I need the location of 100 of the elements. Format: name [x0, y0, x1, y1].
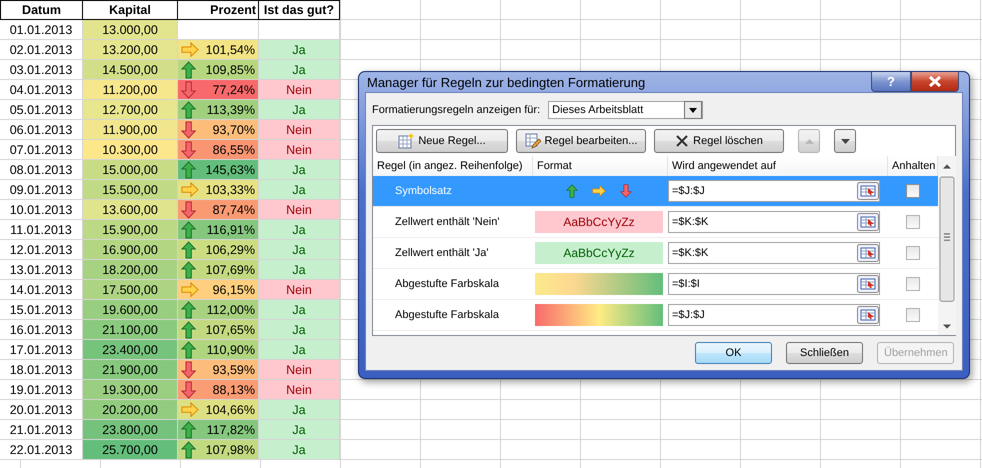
- table-cell: 12.700,00: [83, 100, 178, 120]
- range-field[interactable]: =$K:$K: [668, 242, 880, 264]
- table-cell: 20.01.2013: [0, 400, 83, 420]
- column-header: Datum: [0, 0, 83, 20]
- format-preview: AaBbCcYyZz: [535, 211, 663, 233]
- table-cell: 08.01.2013: [0, 160, 83, 180]
- table-cell: Nein: [259, 80, 340, 100]
- table-cell: Nein: [259, 120, 340, 140]
- stop-checkbox[interactable]: [906, 277, 920, 291]
- range-picker-icon[interactable]: [857, 275, 879, 293]
- table-cell: Ja: [259, 320, 340, 340]
- table-cell: 13.01.2013: [0, 260, 83, 280]
- table-cell: 113,39%: [178, 100, 259, 120]
- table-cell: 15.500,00: [83, 180, 178, 200]
- dialog-button[interactable]: OK: [695, 342, 772, 364]
- table-cell: 11.200,00: [83, 80, 178, 100]
- table-cell: Ja: [259, 220, 340, 240]
- table-cell: 19.300,00: [83, 380, 178, 400]
- stop-checkbox[interactable]: [906, 215, 920, 229]
- new-table-icon: [398, 133, 414, 149]
- scrollbar[interactable]: [938, 156, 956, 335]
- table-cell: Ja: [259, 60, 340, 80]
- table-cell: 07.01.2013: [0, 140, 83, 160]
- table-cell: Nein: [259, 140, 340, 160]
- dropdown-caret-icon: [689, 108, 698, 112]
- table-cell: Ja: [259, 440, 340, 460]
- toolbar-button[interactable]: Regel bearbeiten...: [516, 129, 646, 153]
- table-cell: 103,33%: [178, 180, 259, 200]
- table-cell: 11.01.2013: [0, 220, 83, 240]
- table-cell: Nein: [259, 280, 340, 300]
- table-cell: Nein: [259, 380, 340, 400]
- table-cell: 13.600,00: [83, 200, 178, 220]
- table-cell: 19.01.2013: [0, 380, 83, 400]
- table-cell: 145,63%: [178, 160, 259, 180]
- range-field[interactable]: =$I:$I: [668, 273, 880, 295]
- column-header: Regel (in angez. Reihenfolge): [373, 156, 533, 176]
- triangle-up-icon: [804, 138, 814, 144]
- table-cell: Ja: [259, 180, 340, 200]
- table-cell: Ja: [259, 420, 340, 440]
- format-preview: AaBbCcYyZz: [535, 242, 663, 264]
- table-cell: 116,91%: [178, 220, 259, 240]
- scope-dropdown[interactable]: Dieses Arbeitsblatt: [548, 101, 704, 119]
- table-cell: 16.01.2013: [0, 320, 83, 340]
- dialog-button[interactable]: Schließen: [786, 342, 863, 364]
- table-cell: Ja: [259, 260, 340, 280]
- toolbar-button[interactable]: Regel löschen: [654, 129, 784, 153]
- close-icon: [928, 76, 942, 87]
- column-header: Format: [533, 156, 668, 176]
- delete-icon: [675, 134, 690, 148]
- table-cell: 13.000,00: [83, 20, 178, 40]
- range-field[interactable]: =$J:$J: [668, 304, 880, 326]
- table-cell: Nein: [259, 360, 340, 380]
- table-cell: 17.01.2013: [0, 340, 83, 360]
- rule-name: Zellwert enthält 'Nein': [394, 216, 500, 228]
- scope-label: Formatierungsregeln anzeigen für:: [372, 104, 540, 116]
- table-cell: 04.01.2013: [0, 80, 83, 100]
- table-cell: 101,54%: [178, 40, 259, 60]
- rule-name: Abgestufte Farbskala: [394, 278, 500, 290]
- range-picker-icon[interactable]: [857, 182, 879, 200]
- table-cell: 87,74%: [178, 200, 259, 220]
- table-cell: 17.500,00: [83, 280, 178, 300]
- column-header: Anhalten: [888, 156, 938, 176]
- move-down-button[interactable]: [834, 129, 856, 153]
- range-picker-icon[interactable]: [857, 244, 879, 262]
- range-field[interactable]: =$J:$J: [668, 180, 880, 202]
- stop-checkbox[interactable]: [906, 246, 920, 260]
- window-title: Manager für Regeln zur bedingten Formatierung: [366, 74, 646, 90]
- range-picker-icon[interactable]: [857, 213, 879, 231]
- table-cell: Ja: [259, 160, 340, 180]
- table-cell: 21.100,00: [83, 320, 178, 340]
- close-button[interactable]: [911, 72, 959, 92]
- table-cell: 23.400,00: [83, 340, 178, 360]
- table-cell: Nein: [259, 200, 340, 220]
- table-cell: 104,66%: [178, 400, 259, 420]
- table-cell: 22.01.2013: [0, 440, 83, 460]
- table-cell: 13.200,00: [83, 40, 178, 60]
- rule-name: Zellwert enthält 'Ja': [394, 247, 490, 259]
- range-field[interactable]: =$K:$K: [668, 211, 880, 233]
- rule-name: Symbolsatz: [394, 185, 453, 197]
- table-cell: 18.01.2013: [0, 360, 83, 380]
- table-cell: 23.800,00: [83, 420, 178, 440]
- table-cell: 14.500,00: [83, 60, 178, 80]
- rule-name: Abgestufte Farbskala: [394, 309, 500, 321]
- table-cell: Ja: [259, 100, 340, 120]
- table-cell: 21.01.2013: [0, 420, 83, 440]
- stop-checkbox[interactable]: [906, 184, 920, 198]
- table-cell: 15.01.2013: [0, 300, 83, 320]
- table-cell: 88,13%: [178, 380, 259, 400]
- table-cell: 93,59%: [178, 360, 259, 380]
- up-arrow-icon: [566, 184, 578, 198]
- toolbar-button[interactable]: Neue Regel...: [376, 129, 508, 153]
- table-cell: 25.700,00: [83, 440, 178, 460]
- table-cell: 86,55%: [178, 140, 259, 160]
- table-cell: 106,29%: [178, 240, 259, 260]
- range-picker-icon[interactable]: [857, 306, 879, 324]
- table-cell: 18.200,00: [83, 260, 178, 280]
- table-cell: 14.01.2013: [0, 280, 83, 300]
- rule-row[interactable]: Symbolsatz =$J:$J: [373, 176, 938, 207]
- table-cell: 10.01.2013: [0, 200, 83, 220]
- stop-checkbox[interactable]: [906, 308, 920, 322]
